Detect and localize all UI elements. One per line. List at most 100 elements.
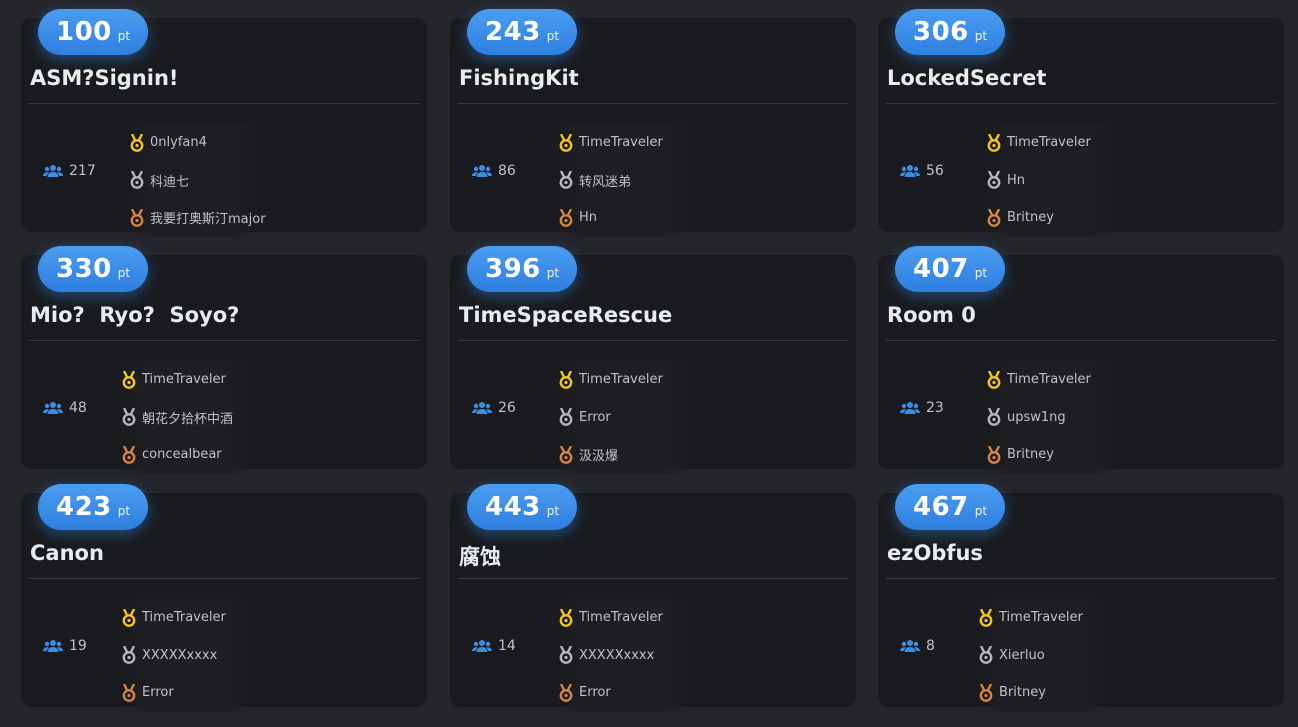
challenge-title: TimeSpaceRescue — [459, 303, 673, 327]
solver-name: TimeTraveler — [579, 372, 663, 388]
users-icon — [900, 401, 920, 415]
rank-second[interactable]: XXXXXxxxx — [558, 636, 688, 674]
top-solvers: TimeTraveler Xierluo Britney — [978, 599, 1108, 712]
rank-third[interactable]: Error — [558, 674, 688, 712]
bronze-medal-icon — [129, 208, 145, 227]
solve-count: 8 — [900, 638, 935, 654]
points-unit: pt — [974, 266, 988, 280]
points-value: 306 — [913, 17, 969, 47]
challenge-card[interactable]: 407 pt Room 0 23 TimeTraveler upsw1ng Br… — [878, 246, 1284, 474]
rank-first[interactable]: 0nlyfan4 — [129, 124, 259, 162]
silver-medal-icon — [121, 408, 137, 427]
rank-second[interactable]: Hn — [986, 161, 1116, 199]
rank-third[interactable]: 我要打奥斯汀major — [129, 199, 266, 237]
points-badge: 407 pt — [895, 246, 1006, 292]
users-icon — [43, 639, 63, 653]
solver-name: TimeTraveler — [999, 610, 1083, 626]
rank-second[interactable]: Error — [558, 398, 688, 436]
points-badge: 243 pt — [467, 9, 578, 55]
rank-first[interactable]: TimeTraveler — [558, 599, 688, 637]
rank-second[interactable]: upsw1ng — [986, 398, 1116, 436]
challenge-card[interactable]: 467 pt ezObfus 8 TimeTraveler Xierluo Br… — [878, 484, 1284, 712]
bronze-medal-icon — [978, 683, 994, 702]
rank-second[interactable]: 科迪七 — [129, 161, 259, 199]
rank-first[interactable]: TimeTraveler — [121, 361, 251, 399]
rank-third[interactable]: 汲汲爆 — [558, 436, 688, 474]
rank-second[interactable]: XXXXXxxxx — [121, 636, 251, 674]
challenge-card[interactable]: 100 pt ASM?Signin! 217 0nlyfan4 科迪七 我要打奥… — [21, 9, 427, 237]
rank-first[interactable]: TimeTraveler — [121, 599, 251, 637]
challenge-card[interactable]: 423 pt Canon 19 TimeTraveler XXXXXxxxx E… — [21, 484, 427, 712]
top-solvers: TimeTraveler 转风迷弟 Hn — [558, 124, 688, 237]
rank-third[interactable]: Britney — [978, 674, 1108, 712]
solve-count: 217 — [43, 163, 96, 179]
bronze-medal-icon — [121, 683, 137, 702]
solve-count: 48 — [43, 400, 87, 416]
rank-second[interactable]: 朝花夕拾杯中酒 — [121, 398, 251, 436]
divider — [458, 578, 848, 579]
solver-name: TimeTraveler — [142, 372, 226, 388]
solver-name: 汲汲爆 — [579, 449, 619, 465]
gold-medal-icon — [986, 133, 1002, 152]
divider — [886, 103, 1276, 104]
solve-count-value: 86 — [498, 163, 516, 179]
challenge-title: Room 0 — [887, 303, 976, 327]
points-badge: 443 pt — [467, 484, 578, 530]
rank-first[interactable]: TimeTraveler — [558, 124, 688, 162]
bronze-medal-icon — [986, 445, 1002, 464]
rank-third[interactable]: Hn — [558, 199, 688, 237]
solve-count-value: 8 — [926, 638, 935, 654]
top-solvers: TimeTraveler XXXXXxxxx Error — [121, 599, 251, 712]
silver-medal-icon — [986, 171, 1002, 190]
silver-medal-icon — [986, 408, 1002, 427]
solver-name: 0nlyfan4 — [150, 135, 207, 151]
rank-second[interactable]: 转风迷弟 — [558, 161, 688, 199]
challenge-title: ASM?Signin! — [30, 66, 179, 90]
solve-count-value: 217 — [69, 163, 96, 179]
silver-medal-icon — [558, 408, 574, 427]
challenge-card[interactable]: 306 pt LockedSecret 56 TimeTraveler Hn B… — [878, 9, 1284, 237]
gold-medal-icon — [558, 133, 574, 152]
users-icon — [900, 639, 920, 653]
points-unit: pt — [546, 504, 560, 518]
solver-name: Xierluo — [999, 647, 1045, 663]
solver-name: TimeTraveler — [579, 135, 663, 151]
challenge-card[interactable]: 243 pt FishingKit 86 TimeTraveler 转风迷弟 H… — [450, 9, 856, 237]
solver-name: 朝花夕拾杯中酒 — [142, 411, 234, 427]
challenge-card[interactable]: 443 pt 腐蚀 14 TimeTraveler XXXXXxxxx Erro… — [450, 484, 856, 712]
solve-count: 86 — [472, 163, 516, 179]
gold-medal-icon — [558, 608, 574, 627]
rank-first[interactable]: TimeTraveler — [978, 599, 1108, 637]
challenge-card[interactable]: 396 pt TimeSpaceRescue 26 TimeTraveler E… — [450, 246, 856, 474]
points-value: 407 — [913, 254, 969, 284]
points-unit: pt — [546, 29, 560, 43]
gold-medal-icon — [121, 370, 137, 389]
challenge-title: Mio? Ryo? Soyo? — [30, 303, 240, 327]
solver-name: Hn — [1007, 172, 1026, 188]
bronze-medal-icon — [558, 683, 574, 702]
solve-count: 19 — [43, 638, 87, 654]
solver-name: Britney — [1007, 447, 1054, 463]
top-solvers: TimeTraveler XXXXXxxxx Error — [558, 599, 688, 712]
top-solvers: 0nlyfan4 科迪七 我要打奥斯汀major — [129, 124, 266, 237]
rank-first[interactable]: TimeTraveler — [558, 361, 688, 399]
solver-name: XXXXXxxxx — [142, 647, 218, 663]
users-icon — [472, 639, 492, 653]
points-unit: pt — [117, 29, 131, 43]
rank-third[interactable]: Error — [121, 674, 251, 712]
bronze-medal-icon — [558, 208, 574, 227]
gold-medal-icon — [986, 370, 1002, 389]
rank-first[interactable]: TimeTraveler — [986, 124, 1116, 162]
challenge-card[interactable]: 330 pt Mio? Ryo? Soyo? 48 TimeTraveler 朝… — [21, 246, 427, 474]
rank-second[interactable]: Xierluo — [978, 636, 1108, 674]
rank-third[interactable]: Britney — [986, 436, 1116, 474]
silver-medal-icon — [978, 646, 994, 665]
divider — [29, 103, 419, 104]
rank-first[interactable]: TimeTraveler — [986, 361, 1116, 399]
bronze-medal-icon — [558, 445, 574, 464]
users-icon — [472, 164, 492, 178]
divider — [886, 340, 1276, 341]
rank-third[interactable]: Britney — [986, 199, 1116, 237]
points-unit: pt — [974, 29, 988, 43]
rank-third[interactable]: concealbear — [121, 436, 251, 474]
